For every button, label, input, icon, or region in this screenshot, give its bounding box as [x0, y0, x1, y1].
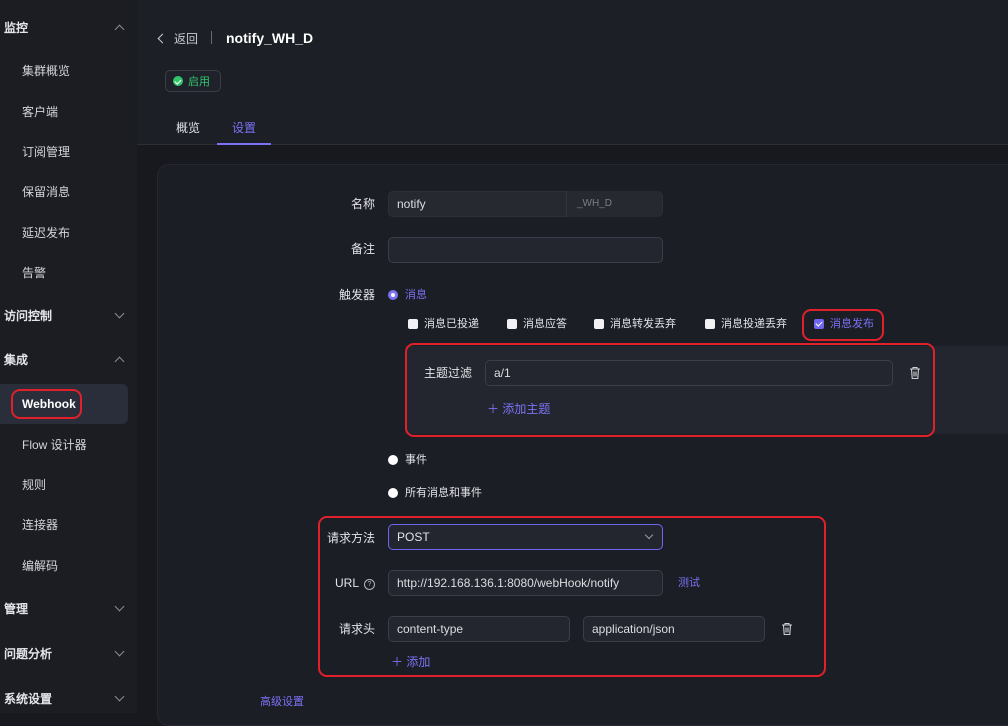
checkbox-message-publish[interactable] [814, 319, 824, 329]
nav-group-monitor[interactable]: 监控 [0, 5, 137, 49]
title-divider [211, 31, 212, 44]
nav-group-label: 系统设置 [4, 691, 53, 706]
tab-overview[interactable]: 概览 [174, 112, 202, 143]
nav-group-diagnostics[interactable]: 问题分析 [0, 631, 137, 675]
checkbox-message-delivered[interactable] [408, 319, 418, 329]
tab-settings[interactable]: 设置 [217, 112, 271, 145]
radio-event-label: 事件 [405, 454, 427, 466]
radio-all-messages-events[interactable] [388, 488, 398, 498]
add-topic-label: 添加主题 [502, 402, 551, 416]
status-label: 启用 [188, 76, 210, 88]
nav-group-access-control[interactable]: 访问控制 [0, 293, 137, 337]
plus-icon: ＋ [391, 655, 407, 669]
trash-icon[interactable] [781, 622, 793, 636]
sidebar: 监控 集群概览 客户端 订阅管理 保留消息 延迟发布 告警 访问控制 集成 We… [0, 0, 137, 713]
sidebar-item-flow-designer[interactable]: Flow 设计器 [0, 424, 128, 464]
header-value-input[interactable]: application/json [583, 616, 765, 642]
sidebar-item-delayed-publish[interactable]: 延迟发布 [0, 212, 128, 252]
advanced-settings-link[interactable]: 高级设置 [260, 693, 304, 711]
checkbox-label: 消息转发丢弃 [610, 318, 676, 330]
chevron-left-icon [157, 33, 168, 44]
chevron-down-icon [114, 691, 125, 702]
radio-all-label: 所有消息和事件 [405, 487, 482, 499]
note-label: 备注 [350, 242, 375, 256]
checkbox-label: 消息发布 [830, 318, 874, 330]
sidebar-item-cluster-overview[interactable]: 集群概览 [0, 50, 128, 90]
chevron-up-icon [114, 24, 125, 34]
method-label: 请求方法 [326, 531, 375, 545]
name-label: 名称 [350, 197, 375, 211]
radio-message-label: 消息 [405, 289, 427, 301]
add-header-label: 添加 [406, 655, 431, 669]
sidebar-item-label: 订阅管理 [22, 144, 71, 159]
checkbox-message-dropped[interactable] [594, 319, 604, 329]
nav-group-integration[interactable]: 集成 [0, 337, 137, 381]
sidebar-item-label: 编解码 [22, 558, 59, 573]
nav-group-label: 访问控制 [4, 308, 53, 323]
sidebar-item-label: 告警 [22, 265, 47, 280]
trigger-label: 触发器 [338, 288, 375, 302]
sidebar-item-label: 客户端 [22, 104, 59, 119]
add-header-button[interactable]: ＋ 添加 [391, 653, 430, 671]
url-label: URL [334, 576, 359, 590]
sidebar-item-retained[interactable]: 保留消息 [0, 171, 128, 211]
nav-group-label: 集成 [4, 352, 29, 367]
sidebar-item-label: Webhook [22, 397, 76, 411]
nav-group-label: 监控 [4, 20, 29, 35]
sidebar-item-codec[interactable]: 编解码 [0, 545, 128, 585]
sidebar-item-webhook[interactable]: Webhook [0, 384, 128, 424]
url-input[interactable]: http://192.168.136.1:8080/webHook/notify [388, 570, 663, 596]
header-key-input[interactable]: content-type [388, 616, 570, 642]
page-title: notify_WH_D [226, 30, 314, 46]
topic-filter-input[interactable]: a/1 [485, 360, 893, 386]
back-label: 返回 [174, 31, 199, 46]
checkbox-label: 消息应答 [523, 318, 567, 330]
nav-group-label: 问题分析 [4, 646, 53, 661]
name-suffix: _WH_D [566, 191, 662, 217]
chevron-down-icon [114, 646, 125, 657]
sidebar-item-label: 连接器 [22, 517, 59, 532]
note-input[interactable] [388, 237, 663, 263]
add-topic-button[interactable]: ＋ 添加主题 [487, 400, 550, 418]
chevron-down-icon [644, 530, 654, 540]
radio-event[interactable] [388, 455, 398, 465]
chevron-down-icon [114, 308, 125, 319]
radio-message[interactable] [388, 290, 398, 300]
checkbox-label: 消息已投递 [424, 318, 479, 330]
help-icon[interactable]: ? [364, 579, 375, 590]
sidebar-item-alarms[interactable]: 告警 [0, 252, 128, 292]
checkbox-message-acked[interactable] [507, 319, 517, 329]
topic-filter-label: 主题过滤 [423, 366, 472, 380]
checkbox-delivery-dropped[interactable] [705, 319, 715, 329]
test-button[interactable]: 测试 [678, 574, 700, 592]
chevron-down-icon [114, 601, 125, 612]
sidebar-item-label: Flow 设计器 [22, 437, 87, 452]
chevron-up-icon [114, 356, 125, 366]
trash-icon[interactable] [909, 366, 921, 380]
sidebar-item-label: 延迟发布 [22, 225, 71, 240]
nav-group-system-settings[interactable]: 系统设置 [0, 676, 137, 720]
status-badge: 启用 [165, 70, 221, 92]
sidebar-item-label: 集群概览 [22, 63, 71, 78]
method-value: POST [397, 530, 430, 544]
sidebar-item-clients[interactable]: 客户端 [0, 91, 128, 131]
tabs-bar: 概览 设置 [137, 112, 1008, 145]
sidebar-item-rules[interactable]: 规则 [0, 464, 128, 504]
headers-label: 请求头 [338, 622, 375, 636]
nav-group-label: 管理 [4, 601, 29, 616]
plus-icon: ＋ [487, 402, 503, 416]
page-header: 返回 notify_WH_D 启用 概览 设置 [137, 0, 1008, 145]
nav-group-management[interactable]: 管理 [0, 586, 137, 630]
sidebar-item-label: 规则 [22, 477, 47, 492]
sidebar-item-subscriptions[interactable]: 订阅管理 [0, 131, 128, 171]
sidebar-item-label: 保留消息 [22, 184, 71, 199]
back-button[interactable]: 返回 [157, 28, 199, 48]
url-label-wrap: URL? [320, 574, 375, 592]
checkbox-label: 消息投递丢弃 [721, 318, 787, 330]
sidebar-item-connectors[interactable]: 连接器 [0, 504, 128, 544]
name-value: notify [397, 197, 426, 211]
check-circle-icon [173, 76, 183, 86]
method-select[interactable]: POST [388, 524, 663, 550]
